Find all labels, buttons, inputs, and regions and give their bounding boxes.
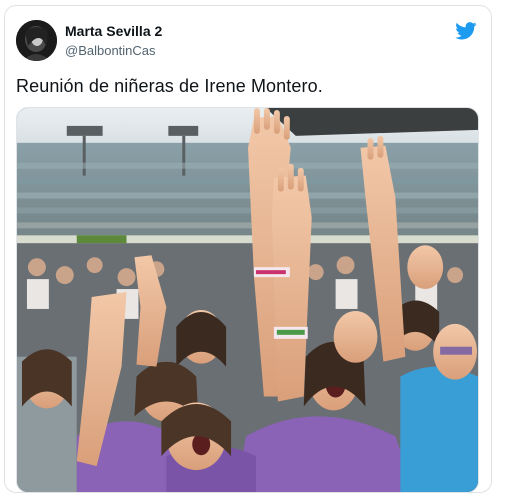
- author-display-name[interactable]: Marta Sevilla 2: [65, 23, 162, 39]
- author-handle[interactable]: @BalbontinCas: [65, 43, 156, 58]
- twitter-bird-icon[interactable]: [455, 22, 477, 40]
- tweet-text: Reunión de niñeras de Irene Montero.: [16, 76, 323, 96]
- avatar[interactable]: [16, 20, 57, 61]
- tweet-card[interactable]: Marta Sevilla 2 @BalbontinCas Reunión de…: [4, 5, 492, 493]
- crowd-photo: [17, 108, 478, 492]
- tweet-media-photo[interactable]: [16, 107, 479, 492]
- avatar-image: [16, 20, 57, 61]
